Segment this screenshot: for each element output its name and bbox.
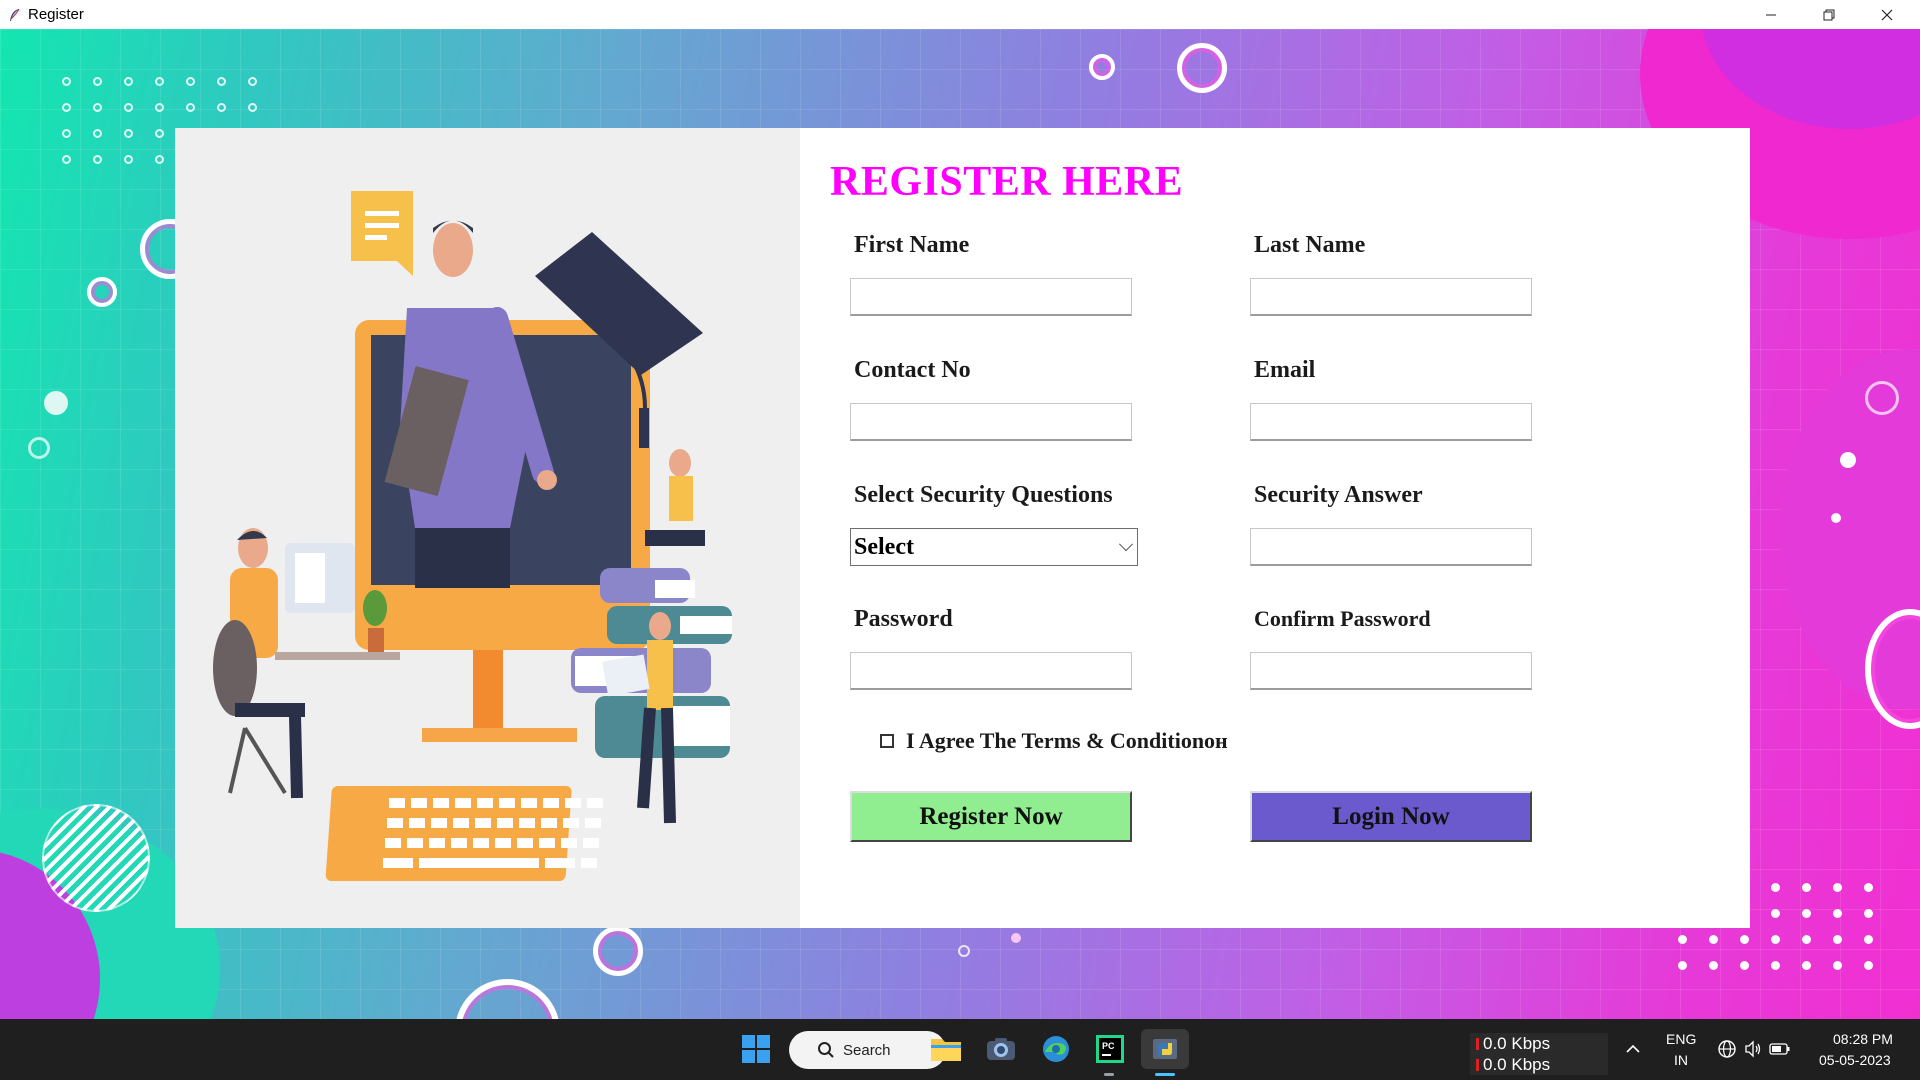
- taskbar-edge[interactable]: [1036, 1029, 1076, 1069]
- register-form: REGISTER HERE First Name Last Name Conta…: [800, 128, 1750, 928]
- taskbar-pycharm[interactable]: PC: [1090, 1029, 1130, 1069]
- bg-ring: [87, 277, 117, 307]
- email-input[interactable]: [1250, 403, 1532, 441]
- restore-icon: [1823, 9, 1835, 20]
- show-hidden-icons-button[interactable]: [1620, 1029, 1646, 1069]
- edge-icon: [1043, 1036, 1069, 1062]
- security-question-select[interactable]: Select: [850, 528, 1138, 566]
- illustration-graphic: [213, 191, 732, 881]
- file-explorer-icon: [931, 1039, 961, 1061]
- bg-ring: [1089, 54, 1115, 80]
- bg-dot: [1011, 933, 1021, 943]
- chevron-down-icon: [1118, 537, 1134, 552]
- network-speed-widget: 0.0 Kbps 0.0 Kbps: [1470, 1033, 1608, 1075]
- register-now-button[interactable]: Register Now: [850, 791, 1132, 842]
- education-illustration: [175, 128, 800, 928]
- net-download-row: 0.0 Kbps: [1470, 1054, 1608, 1075]
- net-upload-row: 0.0 Kbps: [1470, 1033, 1608, 1054]
- feather-icon: [10, 8, 20, 21]
- bg-ring: [1177, 43, 1227, 93]
- taskbar-camera[interactable]: [981, 1029, 1021, 1069]
- camera-icon: [987, 1038, 1015, 1060]
- login-now-button[interactable]: Login Now: [1250, 791, 1532, 842]
- language-top[interactable]: ENG: [1666, 1031, 1696, 1047]
- close-button[interactable]: [1858, 0, 1916, 29]
- pycharm-running-indicator: [1104, 1073, 1114, 1076]
- bg-dot: [44, 391, 68, 415]
- minimize-icon: [1766, 14, 1776, 15]
- register-card: REGISTER HERE First Name Last Name Conta…: [175, 128, 1750, 928]
- terms-row: I Agree The Terms & Conditionон: [880, 728, 1228, 754]
- security-question-value: Select: [854, 533, 914, 560]
- close-icon: [1881, 9, 1893, 20]
- bg-dot: [1840, 452, 1856, 468]
- language-bottom[interactable]: IN: [1674, 1052, 1688, 1068]
- security-answer-label: Security Answer: [1254, 482, 1423, 508]
- net-up-speed: 0.0 Kbps: [1483, 1033, 1551, 1053]
- register-heading: REGISTER HERE: [830, 159, 1184, 205]
- taskbar: Search PC 0.0 Kbps 0.0 Kbps ENG IN 08:28…: [0, 1019, 1920, 1080]
- taskbar-python[interactable]: [1141, 1029, 1189, 1069]
- window-titlebar: Register: [0, 0, 1920, 29]
- first-name-label: First Name: [854, 232, 970, 258]
- minimize-button[interactable]: [1742, 0, 1800, 29]
- taskbar-search[interactable]: Search: [789, 1031, 946, 1069]
- first-name-input[interactable]: [850, 278, 1132, 316]
- contact-no-label: Contact No: [854, 357, 971, 383]
- bg-ring-outline: [1865, 381, 1899, 415]
- window-title: Register: [28, 6, 84, 23]
- chevron-up-icon: [1626, 1044, 1640, 1053]
- confirm-password-label: Confirm Password: [1254, 606, 1431, 631]
- terms-label: I Agree The Terms & Conditionон: [906, 728, 1228, 753]
- taskbar-file-explorer[interactable]: [926, 1029, 966, 1069]
- bg-ring-outline: [958, 945, 970, 957]
- start-button[interactable]: [738, 1029, 774, 1069]
- restore-button[interactable]: [1800, 0, 1858, 29]
- clock-time[interactable]: 08:28 PM: [1833, 1031, 1893, 1047]
- clock-date[interactable]: 05-05-2023: [1819, 1052, 1891, 1068]
- search-icon: [818, 1042, 834, 1058]
- password-label: Password: [854, 606, 953, 632]
- network-globe-icon: [1718, 1040, 1736, 1058]
- confirm-password-input[interactable]: [1250, 652, 1532, 690]
- bg-ring-outline: [28, 437, 50, 459]
- last-name-input[interactable]: [1250, 278, 1532, 316]
- pycharm-icon: PC: [1096, 1035, 1124, 1063]
- bg-ring: [593, 926, 643, 976]
- system-tray-status[interactable]: [1714, 1029, 1794, 1069]
- bg-striped-circle: [42, 804, 150, 912]
- python-icon: [1153, 1039, 1177, 1059]
- search-label: Search: [843, 1041, 891, 1059]
- last-name-label: Last Name: [1254, 232, 1366, 258]
- battery-icon: [1769, 1043, 1790, 1055]
- volume-icon: [1745, 1040, 1761, 1058]
- bg-dot: [1831, 513, 1841, 523]
- svg-text:PC: PC: [1102, 1041, 1115, 1051]
- security-answer-input[interactable]: [1250, 528, 1532, 566]
- python-active-indicator: [1155, 1073, 1175, 1076]
- windows-start-icon: [742, 1035, 770, 1063]
- net-down-speed: 0.0 Kbps: [1483, 1054, 1551, 1074]
- security-question-label: Select Security Questions: [854, 482, 1113, 508]
- contact-no-input[interactable]: [850, 403, 1132, 441]
- password-input[interactable]: [850, 652, 1132, 690]
- email-label: Email: [1254, 357, 1316, 383]
- terms-checkbox[interactable]: [880, 734, 894, 748]
